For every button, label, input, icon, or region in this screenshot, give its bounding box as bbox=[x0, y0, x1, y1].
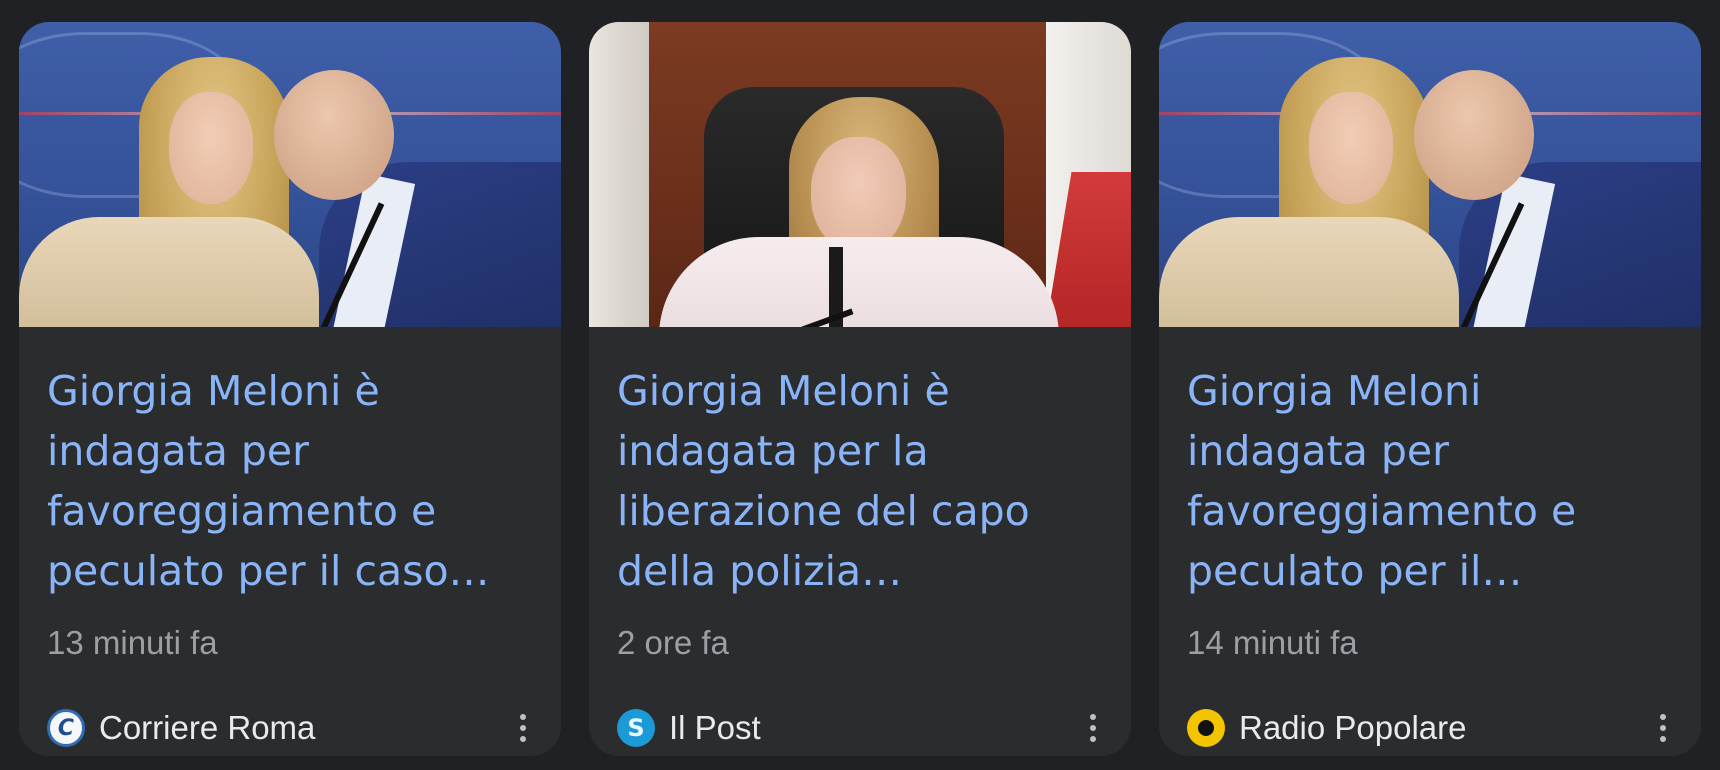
news-thumbnail[interactable] bbox=[589, 22, 1131, 327]
more-vert-icon[interactable] bbox=[1075, 704, 1111, 752]
news-thumbnail[interactable] bbox=[1159, 22, 1701, 327]
news-thumbnail[interactable] bbox=[19, 22, 561, 327]
news-headline[interactable]: Giorgia Meloni è indagata per favoreggia… bbox=[47, 361, 533, 601]
source-row: Radio Popolare bbox=[1187, 704, 1681, 752]
news-card[interactable]: Giorgia Meloni indagata per favoreggiame… bbox=[1159, 22, 1701, 756]
source-name: Radio Popolare bbox=[1239, 709, 1467, 746]
news-headline[interactable]: Giorgia Meloni è indagata per la liberaz… bbox=[617, 361, 1103, 601]
news-card[interactable]: Giorgia Meloni è indagata per favoreggia… bbox=[19, 22, 561, 756]
radio-popolare-logo-icon bbox=[1187, 709, 1225, 747]
source-row: S Il Post bbox=[617, 704, 1111, 752]
news-card[interactable]: Giorgia Meloni è indagata per la liberaz… bbox=[589, 22, 1131, 756]
il-post-logo-icon: S bbox=[617, 709, 655, 747]
source-name: Corriere Roma bbox=[99, 709, 316, 746]
news-headline[interactable]: Giorgia Meloni indagata per favoreggiame… bbox=[1187, 361, 1673, 601]
published-time: 13 minuti fa bbox=[47, 624, 218, 661]
more-vert-icon[interactable] bbox=[1645, 704, 1681, 752]
source-row: C Corriere Roma bbox=[47, 704, 541, 752]
news-carousel: Giorgia Meloni è indagata per favoreggia… bbox=[19, 22, 1701, 756]
published-time: 2 ore fa bbox=[617, 624, 729, 661]
corriere-roma-logo-icon: C bbox=[47, 709, 85, 747]
more-vert-icon[interactable] bbox=[505, 704, 541, 752]
source-name: Il Post bbox=[669, 709, 761, 746]
published-time: 14 minuti fa bbox=[1187, 624, 1358, 661]
